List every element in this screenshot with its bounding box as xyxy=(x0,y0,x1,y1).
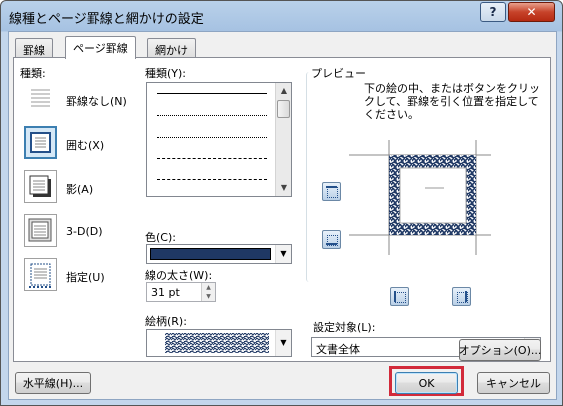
no-border-icon[interactable] xyxy=(24,82,57,115)
box-border-icon[interactable] xyxy=(24,126,57,159)
tab-shading[interactable]: 網かけ xyxy=(147,38,196,59)
custom-border-icon[interactable] xyxy=(24,258,57,291)
left-border-button[interactable] xyxy=(390,287,409,306)
close-button[interactable]: ✕ xyxy=(508,2,555,22)
chevron-down-icon[interactable]: ▼ xyxy=(275,330,291,356)
tab-panel-page-border: 種類: 罫線なし(N) 囲む(X) 影(A) 3-D(D) 指定(U) 種類(Y… xyxy=(13,57,551,362)
line-style-solid[interactable] xyxy=(157,93,267,94)
top-border-button[interactable] xyxy=(322,182,341,201)
cancel-button[interactable]: キャンセル xyxy=(477,372,550,394)
horizontal-line-button[interactable]: 水平線(H)... xyxy=(15,372,91,394)
spin-down-icon[interactable]: ▼ xyxy=(201,292,215,301)
art-dropdown[interactable]: ▼ xyxy=(146,329,292,357)
spin-buttons: ▲ ▼ xyxy=(201,283,215,301)
tab-page-border[interactable]: ページ罫線 xyxy=(65,36,136,59)
color-swatch xyxy=(150,248,271,260)
apply-to-value: 文書全体 xyxy=(316,343,360,356)
line-style-scrollbar[interactable]: ▲ ▼ xyxy=(275,83,291,196)
width-value: 31 pt xyxy=(151,286,180,299)
line-style-dash-dot[interactable] xyxy=(157,179,267,180)
setting-custom-label: 指定(U) xyxy=(66,271,105,284)
3d-border-icon[interactable] xyxy=(24,214,57,247)
setting-heading: 種類: xyxy=(20,67,46,80)
setting-box-label: 囲む(X) xyxy=(66,139,105,152)
width-spinner[interactable]: 31 pt ▲ ▼ xyxy=(146,282,216,302)
scroll-thumb[interactable] xyxy=(277,100,290,118)
options-button[interactable]: オプション(O)... xyxy=(459,339,541,361)
width-label: 線の太さ(W): xyxy=(145,269,213,282)
shadow-border-icon[interactable] xyxy=(24,170,57,203)
preview-canvas[interactable] xyxy=(349,140,491,255)
chevron-down-icon[interactable]: ▼ xyxy=(275,245,291,263)
apply-to-label: 設定対象(L): xyxy=(313,321,376,334)
dialog-body: 罫線 ページ罫線 網かけ 種類: 罫線なし(N) 囲む(X) 影(A) 3-D(… xyxy=(8,31,557,400)
line-style-list[interactable]: ▲ ▼ xyxy=(146,82,292,197)
box-border-glyph xyxy=(30,132,51,153)
scroll-down-icon[interactable]: ▼ xyxy=(276,180,291,196)
setting-shadow-label: 影(A) xyxy=(66,183,94,196)
setting-3d-label: 3-D(D) xyxy=(66,225,103,238)
help-button[interactable]: ? xyxy=(480,2,506,22)
setting-none-label: 罫線なし(N) xyxy=(66,95,127,108)
art-label: 絵柄(R): xyxy=(145,315,187,328)
shadow-border-glyph xyxy=(29,175,51,197)
dialog-title: 線種とページ罫線と網かけの設定 xyxy=(9,12,204,27)
no-border-glyph xyxy=(31,89,50,107)
art-pattern-preview xyxy=(165,333,269,353)
scroll-up-icon[interactable]: ▲ xyxy=(276,83,291,99)
tab-borders[interactable]: 罫線 xyxy=(15,38,53,59)
style-heading: 種類(Y): xyxy=(145,67,187,80)
3d-border-glyph xyxy=(28,218,52,242)
line-style-dotted[interactable] xyxy=(157,115,267,116)
ok-button[interactable]: OK xyxy=(395,372,458,394)
line-style-dotted-fine[interactable] xyxy=(157,137,267,138)
color-label: 色(C): xyxy=(145,231,176,244)
right-border-button[interactable] xyxy=(452,287,471,306)
color-dropdown[interactable]: ▼ xyxy=(146,244,292,264)
spin-up-icon[interactable]: ▲ xyxy=(201,283,215,292)
preview-page-art xyxy=(349,140,491,255)
custom-border-glyph xyxy=(29,263,52,288)
bottom-border-button[interactable] xyxy=(322,230,341,249)
title-bar: 線種とページ罫線と網かけの設定 ? ✕ xyxy=(1,1,562,31)
dialog-window: 線種とページ罫線と網かけの設定 ? ✕ 罫線 ページ罫線 網かけ 種類: 罫線な… xyxy=(0,0,563,406)
line-style-dashed[interactable] xyxy=(157,158,267,159)
preview-instruction: 下の絵の中、またはボタンをクリックして、罫線を引く位置を指定してください。 xyxy=(364,82,540,121)
